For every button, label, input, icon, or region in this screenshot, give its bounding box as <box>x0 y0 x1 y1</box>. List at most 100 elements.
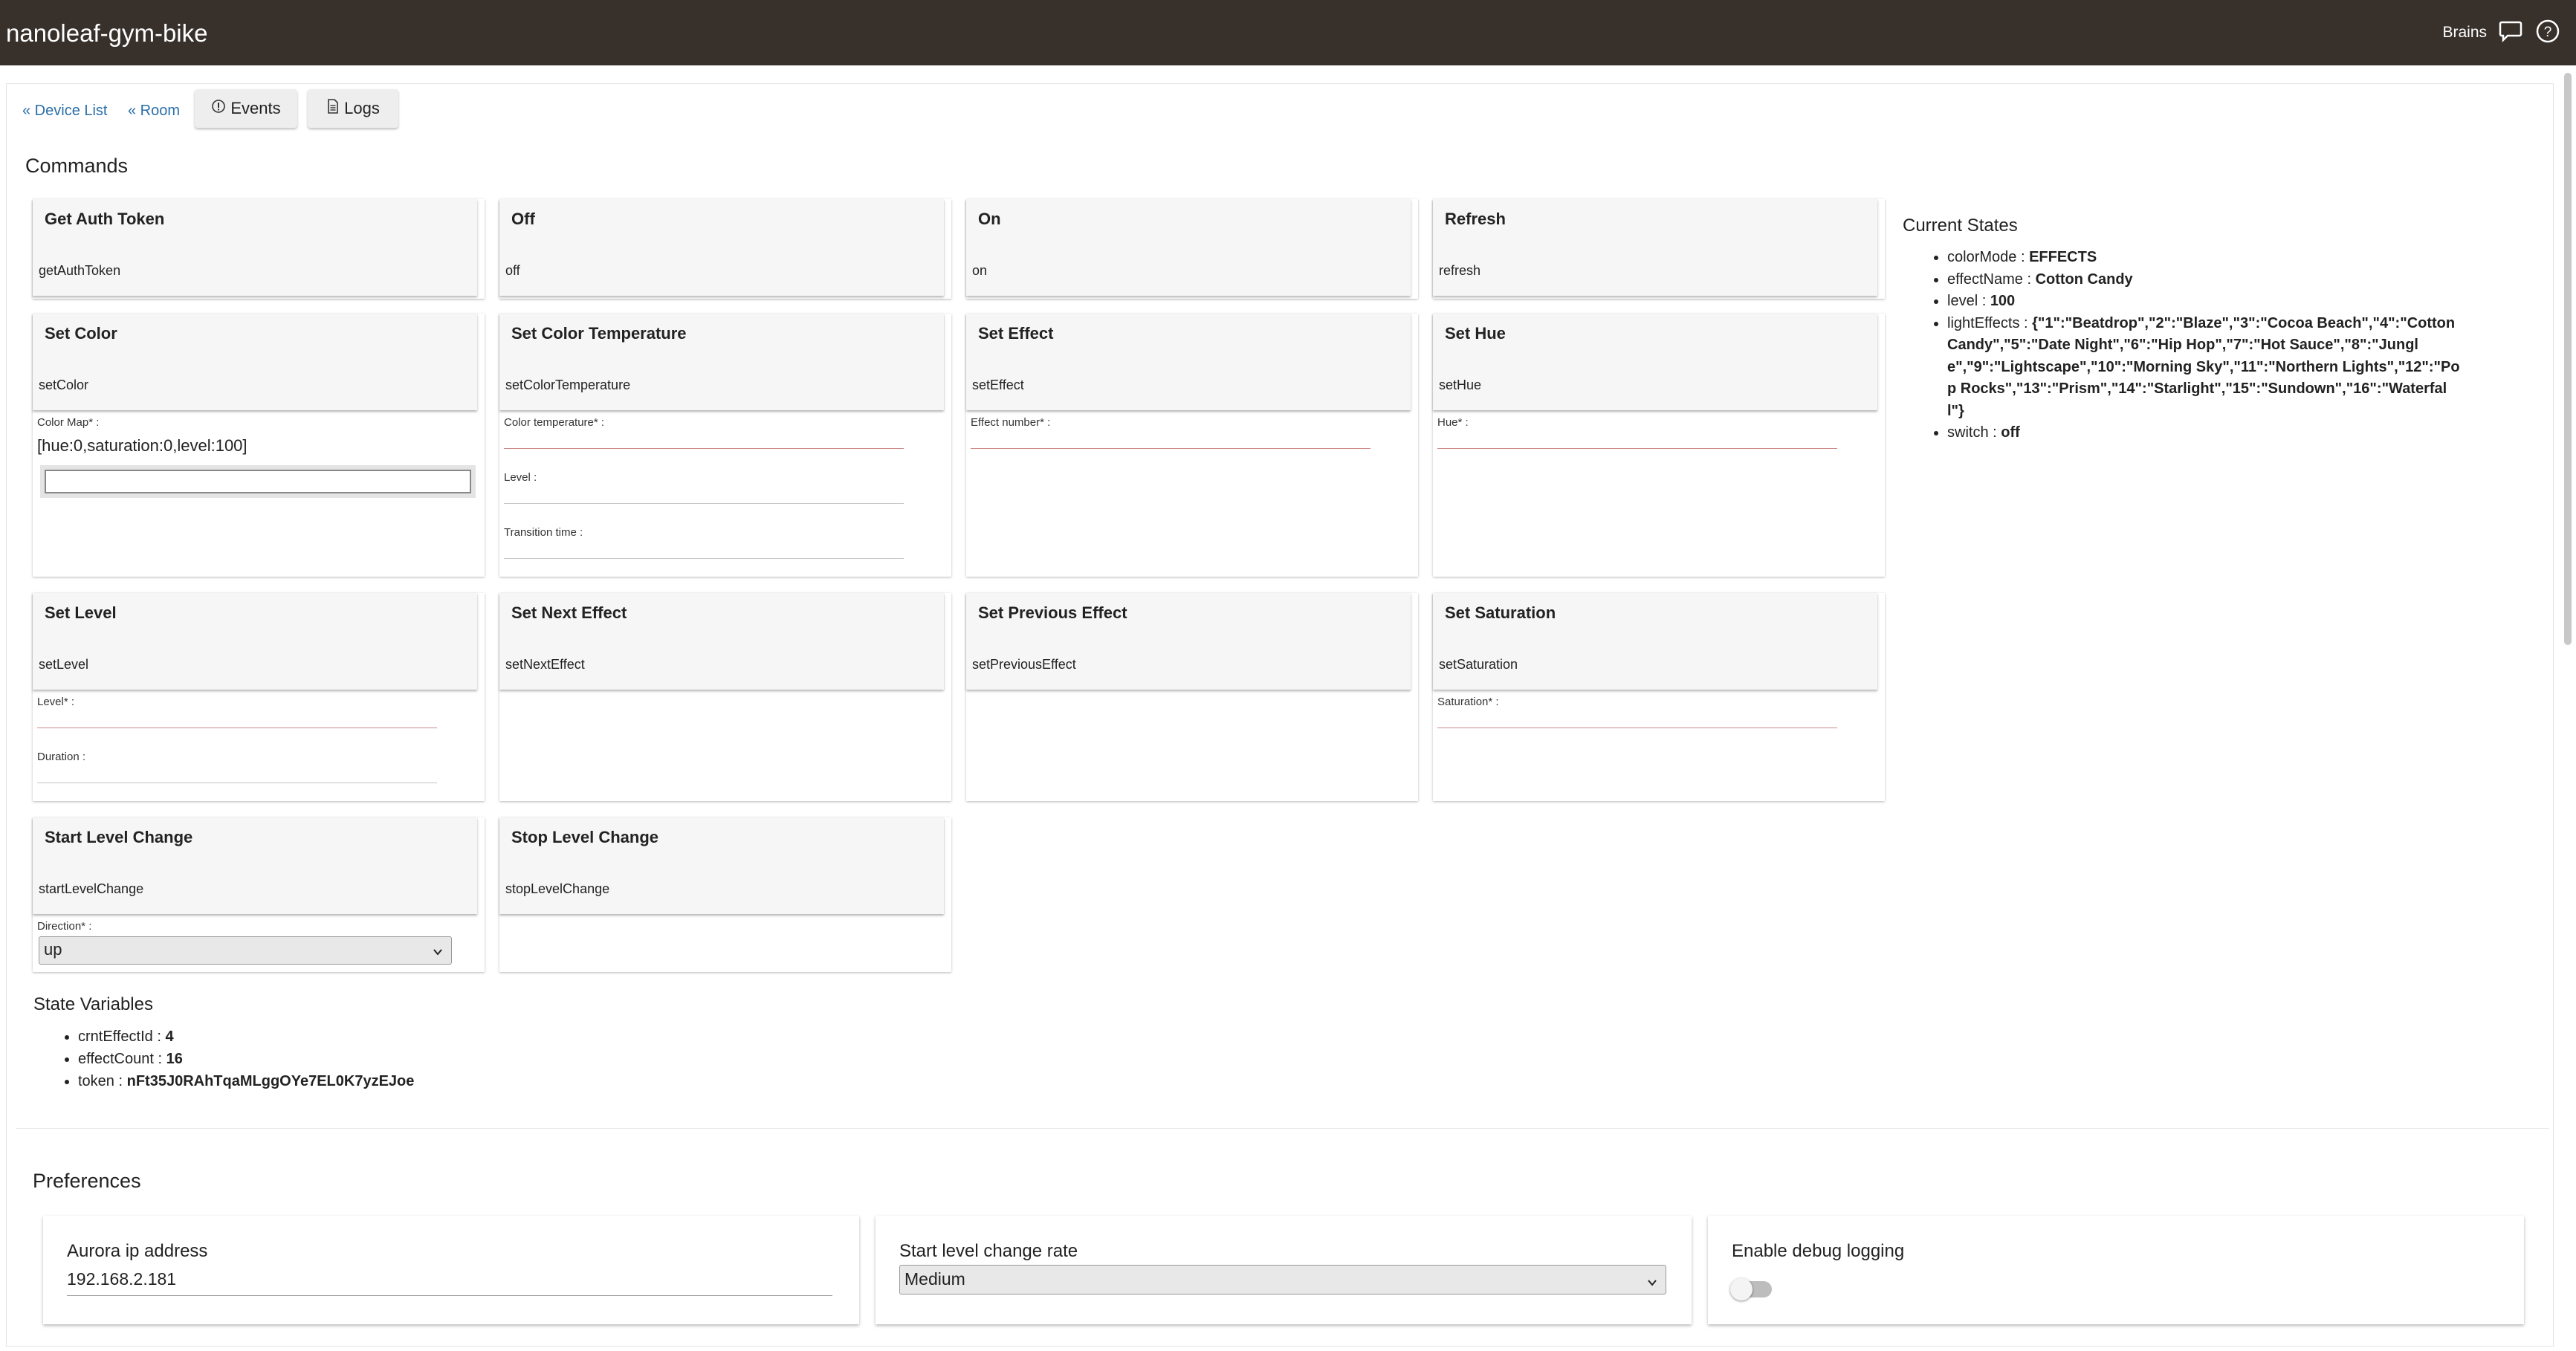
stop-level-change-button[interactable]: Stop Level Change stopLevelChange <box>499 817 944 914</box>
saturation-label: Saturation* : <box>1437 696 1499 708</box>
command-name: Set Previous Effect <box>978 603 1127 622</box>
color-map-field: Color Map* : [hue:0,saturation:0,level:1… <box>37 416 437 456</box>
pref-debug-logging: Enable debug logging <box>1708 1216 2524 1324</box>
hue-field[interactable]: Hue* : <box>1437 416 1837 449</box>
direction-select[interactable]: up <box>39 936 452 965</box>
command-card-off: Off off <box>499 199 951 299</box>
help-circle-icon[interactable]: ? <box>2534 18 2561 45</box>
command-card-set-color: Set Color setColor Color Map* : [hue:0,s… <box>33 314 485 577</box>
state-item: level : 100 <box>1947 291 2460 313</box>
debug-logging-toggle[interactable] <box>1730 1278 1772 1300</box>
command-name: Stop Level Change <box>511 828 659 846</box>
level-field[interactable]: Level : <box>504 471 904 504</box>
set-saturation-button[interactable]: Set Saturation setSaturation <box>1433 593 1877 690</box>
duration-label: Duration : <box>37 751 86 763</box>
color-temperature-field[interactable]: Color temperature* : <box>504 416 904 449</box>
set-next-effect-button[interactable]: Set Next Effect setNextEffect <box>499 593 944 690</box>
state-variable-item: token : nFt35J0RAhTqaMLggOYe7EL0K7yzEJoe <box>78 1070 414 1092</box>
command-method: setColorTemperature <box>505 378 631 392</box>
saturation-field[interactable]: Saturation* : <box>1437 696 1837 728</box>
command-name: Set Hue <box>1445 324 1506 343</box>
on-button[interactable]: On on <box>966 199 1411 296</box>
effect-number-field[interactable]: Effect number* : <box>971 416 1370 449</box>
current-states-list: colorMode : EFFECTS effectName : Cotton … <box>1925 247 2460 444</box>
level-input[interactable] <box>504 503 904 504</box>
svg-text:?: ? <box>2544 25 2552 40</box>
color-map-input[interactable] <box>45 470 471 493</box>
pref-level-change-rate: Start level change rate Medium <box>876 1216 1692 1324</box>
state-variable-item: crntEffectId : 4 <box>78 1026 414 1048</box>
color-temperature-input[interactable] <box>504 448 904 449</box>
command-name: Set Color Temperature <box>511 324 687 343</box>
command-card-get-auth-token: Get Auth Token getAuthToken <box>33 199 485 299</box>
level-label: Level* : <box>37 696 75 708</box>
duration-field[interactable]: Duration : <box>37 751 437 783</box>
events-button[interactable]: Events <box>195 89 297 128</box>
direction-field: Direction* : <box>37 920 437 933</box>
command-method: on <box>972 263 988 278</box>
hue-input[interactable] <box>1437 448 1837 449</box>
commands-heading: Commands <box>25 155 129 177</box>
set-color-button[interactable]: Set Color setColor <box>33 314 477 410</box>
command-method: stopLevelChange <box>505 881 610 896</box>
effect-number-input[interactable] <box>971 448 1370 449</box>
set-previous-effect-button[interactable]: Set Previous Effect setPreviousEffect <box>966 593 1411 690</box>
level-label: Level : <box>504 471 537 484</box>
document-icon <box>326 99 340 118</box>
state-item: effectName : Cotton Candy <box>1947 269 2460 291</box>
aurora-ip-label: Aurora ip address <box>67 1241 208 1261</box>
set-effect-button[interactable]: Set Effect setEffect <box>966 314 1411 410</box>
command-method: refresh <box>1439 263 1481 278</box>
transition-time-input[interactable] <box>504 558 904 559</box>
command-card-set-color-temperature: Set Color Temperature setColorTemperatur… <box>499 314 951 577</box>
room-link[interactable]: « Room <box>128 103 180 120</box>
aurora-ip-input[interactable]: 192.168.2.181 <box>67 1269 832 1296</box>
level-field[interactable]: Level* : <box>37 696 437 728</box>
command-name: Set Level <box>45 603 117 622</box>
effect-number-label: Effect number* : <box>971 416 1051 429</box>
level-change-rate-value: Medium <box>904 1269 965 1289</box>
command-name: On <box>978 210 1001 228</box>
command-method: off <box>505 263 520 278</box>
chevron-down-icon <box>1646 1273 1658 1293</box>
chevron-down-icon <box>432 943 444 962</box>
user-menu[interactable]: Brains <box>2442 24 2487 42</box>
hue-label: Hue* : <box>1437 416 1469 429</box>
command-card-set-next-effect: Set Next Effect setNextEffect <box>499 593 951 801</box>
command-card-set-effect: Set Effect setEffect Effect number* : <box>966 314 1418 577</box>
set-color-temperature-button[interactable]: Set Color Temperature setColorTemperatur… <box>499 314 944 410</box>
transition-time-field[interactable]: Transition time : <box>504 526 904 559</box>
set-hue-button[interactable]: Set Hue setHue <box>1433 314 1877 410</box>
color-map-label: Color Map* : <box>37 416 100 429</box>
start-level-change-button[interactable]: Start Level Change startLevelChange <box>33 817 477 914</box>
command-name: Set Saturation <box>1445 603 1556 622</box>
color-map-value: [hue:0,saturation:0,level:100] <box>37 436 247 455</box>
command-card-set-previous-effect: Set Previous Effect setPreviousEffect <box>966 593 1418 801</box>
command-method: setEffect <box>972 378 1024 392</box>
color-map-input-wrapper <box>40 465 476 498</box>
info-icon <box>211 99 226 118</box>
set-level-button[interactable]: Set Level setLevel <box>33 593 477 690</box>
page-scrollbar[interactable] <box>2564 73 2572 645</box>
logs-button[interactable]: Logs <box>308 89 398 128</box>
device-list-link[interactable]: « Device List <box>22 103 108 120</box>
command-card-on: On on <box>966 199 1418 299</box>
device-title: nanoleaf-gym-bike <box>6 19 208 47</box>
command-method: startLevelChange <box>39 881 144 896</box>
command-card-refresh: Refresh refresh <box>1433 199 1885 299</box>
level-change-rate-select[interactable]: Medium <box>899 1265 1666 1295</box>
command-method: setNextEffect <box>505 657 585 672</box>
command-method: setPreviousEffect <box>972 657 1076 672</box>
state-variables-list: crntEffectId : 4 effectCount : 16 token … <box>56 1026 414 1092</box>
debug-logging-label: Enable debug logging <box>1732 1241 1905 1261</box>
state-item: switch : off <box>1947 422 2460 444</box>
command-method: getAuthToken <box>39 263 121 278</box>
direction-value: up <box>44 940 62 959</box>
chat-bubble-icon[interactable] <box>2497 18 2524 45</box>
off-button[interactable]: Off off <box>499 199 944 296</box>
events-label: Events <box>230 99 281 117</box>
refresh-button[interactable]: Refresh refresh <box>1433 199 1877 296</box>
state-item: lightEffects : {"1":"Beatdrop","2":"Blaz… <box>1947 313 2460 423</box>
get-auth-token-button[interactable]: Get Auth Token getAuthToken <box>33 199 477 296</box>
transition-time-label: Transition time : <box>504 526 583 539</box>
